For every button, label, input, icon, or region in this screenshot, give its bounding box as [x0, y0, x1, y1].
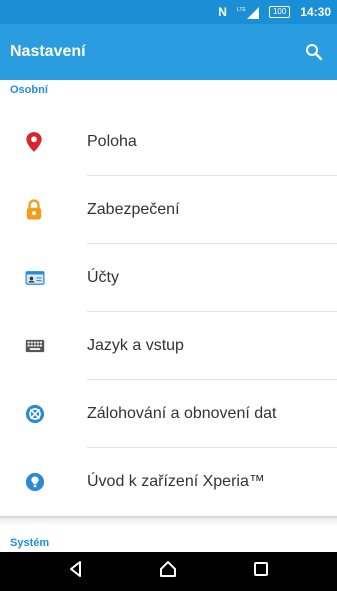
- settings-item-xperia-intro[interactable]: Úvod k zařízení Xperia™: [0, 448, 337, 516]
- page-title: Nastavení: [10, 43, 86, 60]
- keyboard-icon: [0, 339, 87, 353]
- navigation-bar: [0, 552, 337, 591]
- search-icon[interactable]: [305, 43, 323, 61]
- section-separator: [0, 516, 337, 534]
- section-header-system: Systém: [10, 537, 50, 549]
- settings-item-label: Účty: [87, 269, 119, 286]
- xperia-info-icon: [0, 472, 87, 492]
- settings-item-location[interactable]: Poloha: [0, 108, 337, 176]
- location-pin-icon: [0, 131, 87, 153]
- network-type-label: LTE: [237, 7, 246, 13]
- settings-item-label: Jazyk a vstup: [87, 337, 184, 354]
- section-header-personal: Osobní: [10, 84, 48, 96]
- nfc-indicator: N: [218, 5, 227, 19]
- settings-item-backup-reset[interactable]: Zálohování a obnovení dat: [0, 380, 337, 448]
- app-bar: Nastavení: [0, 24, 337, 80]
- recent-apps-icon[interactable]: [251, 559, 271, 584]
- settings-list: Poloha Zabezpečení Účty Jazyk a vstup Zá…: [0, 108, 337, 516]
- settings-item-security[interactable]: Zabezpečení: [0, 176, 337, 244]
- back-icon[interactable]: [66, 559, 86, 584]
- lock-icon: [0, 199, 87, 221]
- backup-restore-icon: [0, 404, 87, 424]
- home-icon[interactable]: [158, 559, 178, 584]
- signal-icon: LTE: [237, 5, 259, 19]
- account-card-icon: [0, 270, 87, 286]
- battery-indicator: 100: [268, 6, 291, 18]
- settings-item-accounts[interactable]: Účty: [0, 244, 337, 312]
- clock: 14:30: [300, 5, 331, 19]
- settings-item-label: Zabezpečení: [87, 201, 180, 218]
- settings-item-label: Poloha: [87, 133, 137, 150]
- settings-item-label: Zálohování a obnovení dat: [87, 405, 277, 422]
- settings-item-label: Úvod k zařízení Xperia™: [87, 473, 265, 490]
- settings-item-language-input[interactable]: Jazyk a vstup: [0, 312, 337, 380]
- status-bar: N LTE 100 14:30: [0, 0, 337, 24]
